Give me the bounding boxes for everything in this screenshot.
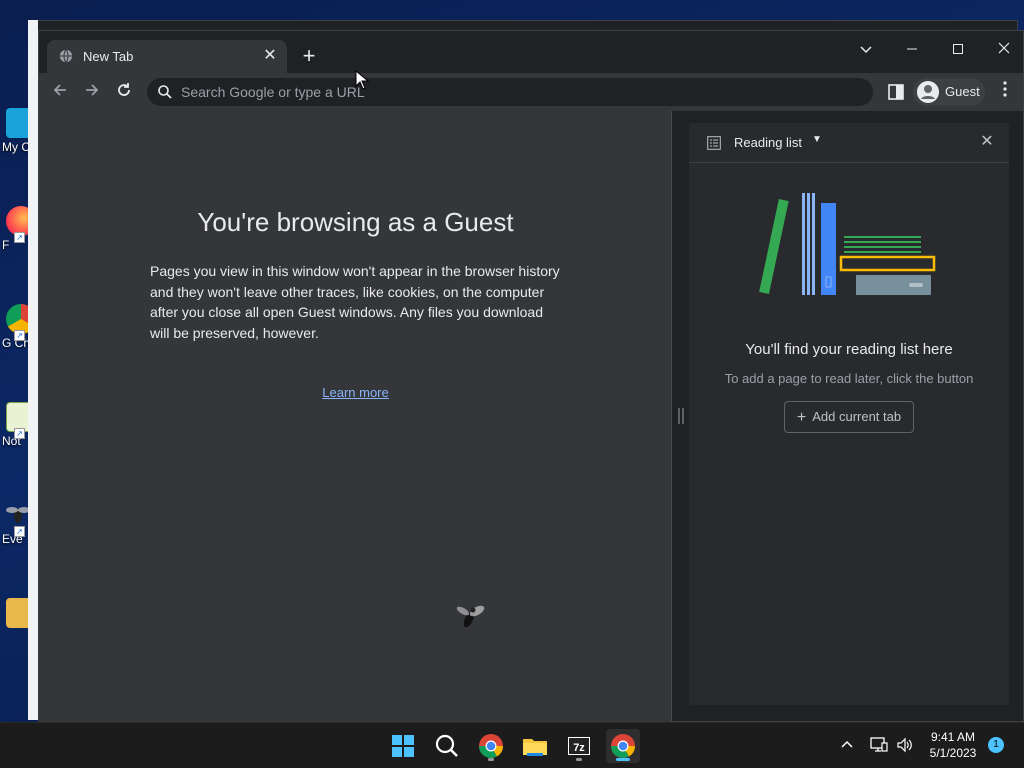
side-panel-resize-handle[interactable]: [677, 407, 685, 425]
learn-more-text[interactable]: Learn more: [322, 385, 388, 400]
tab-strip: New Tab ✕ +: [39, 31, 1023, 73]
minimize-button[interactable]: [889, 35, 935, 63]
maximize-button[interactable]: [935, 35, 981, 63]
profile-button[interactable]: Guest: [913, 78, 985, 106]
clock-date: 5/1/2023: [929, 746, 977, 760]
profile-name: Guest: [945, 84, 980, 99]
tab-new-tab[interactable]: New Tab ✕: [47, 40, 287, 73]
start-button[interactable]: [386, 729, 420, 763]
learn-more-link[interactable]: Learn more: [39, 385, 672, 400]
chevron-down-icon: [860, 46, 872, 54]
close-panel-icon[interactable]: ✕: [977, 132, 997, 152]
guest-description: Pages you view in this window won't appe…: [150, 263, 560, 341]
arrow-right-icon: [86, 84, 99, 96]
side-panel-button[interactable]: [885, 81, 907, 103]
page-title: You're browsing as a Guest: [197, 207, 514, 237]
back-button[interactable]: [49, 81, 71, 103]
shortcut-arrow-icon: ↗: [14, 526, 25, 537]
shortcut-arrow-icon: ↗: [14, 232, 25, 243]
close-icon: [998, 42, 1010, 54]
reading-list-icon: [707, 136, 721, 150]
browser-window: New Tab ✕ + Search Google or type a URL …: [38, 30, 1024, 723]
active-indicator: [616, 758, 630, 761]
show-hidden-icons-button[interactable]: [840, 737, 854, 754]
guest-ntp-content: You're browsing as a Guest Pages you vie…: [39, 111, 672, 723]
panel-title[interactable]: Reading list: [734, 135, 802, 150]
running-indicator: [576, 758, 582, 761]
svg-text:7z: 7z: [573, 742, 585, 754]
network-icon: [870, 737, 888, 752]
globe-icon: [59, 49, 73, 63]
reload-icon: [118, 83, 130, 96]
avatar-icon: [917, 81, 939, 103]
search-icon: [435, 734, 458, 757]
chrome-menu-button[interactable]: [995, 81, 1015, 103]
notification-badge[interactable]: 1: [988, 737, 1004, 753]
volume-icon: [897, 737, 912, 753]
address-input[interactable]: [181, 82, 861, 102]
close-tab-icon[interactable]: ✕: [261, 47, 279, 65]
tab-search-button[interactable]: [843, 35, 889, 63]
arrow-left-icon: [53, 84, 66, 96]
folder-icon: [523, 739, 547, 756]
network-button[interactable]: [870, 737, 888, 756]
dropdown-arrow-icon[interactable]: ▼: [812, 134, 822, 145]
reading-list-illustration: [759, 193, 936, 295]
shortcut-arrow-icon: ↗: [14, 330, 25, 341]
add-current-tab-label: Add current tab: [812, 409, 902, 424]
more-vert-icon: [1003, 81, 1007, 97]
taskbar-file-explorer[interactable]: [518, 729, 552, 763]
panel-header: Reading list ▼ ✕: [689, 123, 1009, 163]
fly-icon: [456, 605, 485, 628]
forward-button[interactable]: [81, 81, 103, 103]
chevron-up-icon: [841, 740, 853, 748]
reload-button[interactable]: [113, 81, 135, 103]
reading-list-panel: Reading list ▼ ✕ You'll find your readin…: [689, 123, 1009, 705]
search-taskbar-button[interactable]: [430, 729, 464, 763]
browser-toolbar: Guest: [39, 73, 1023, 111]
new-tab-button[interactable]: +: [297, 45, 321, 69]
mouse-cursor-icon: [355, 70, 369, 90]
shortcut-arrow-icon: ↗: [14, 428, 25, 439]
close-window-button[interactable]: [981, 35, 1024, 63]
omnibox[interactable]: [147, 78, 873, 106]
plus-icon: +: [796, 409, 807, 426]
windows-logo-icon: [392, 735, 414, 757]
side-panel-icon: [888, 84, 904, 100]
minimize-icon: [907, 48, 917, 50]
maximize-icon: [953, 44, 963, 54]
running-indicator: [488, 758, 494, 761]
empty-state-subtitle: To add a page to read later, click the b…: [724, 371, 974, 386]
add-current-tab-button[interactable]: + Add current tab: [784, 401, 914, 433]
taskbar-chrome-pinned[interactable]: [474, 729, 508, 763]
taskbar-7zip[interactable]: 7z: [562, 729, 596, 763]
clock-button[interactable]: 9:41 AM 5/1/2023: [920, 729, 986, 761]
search-icon: [158, 85, 172, 99]
tab-title: New Tab: [83, 49, 134, 64]
volume-button[interactable]: [896, 737, 914, 756]
empty-state-title: You'll find your reading list here: [745, 341, 953, 358]
clock-time: 9:41 AM: [930, 730, 976, 744]
taskbar-chrome-active[interactable]: [606, 729, 640, 763]
taskbar: 7z 9:41 AM 5/1/2023 1: [0, 722, 1024, 768]
background-window-edge: [28, 20, 38, 720]
